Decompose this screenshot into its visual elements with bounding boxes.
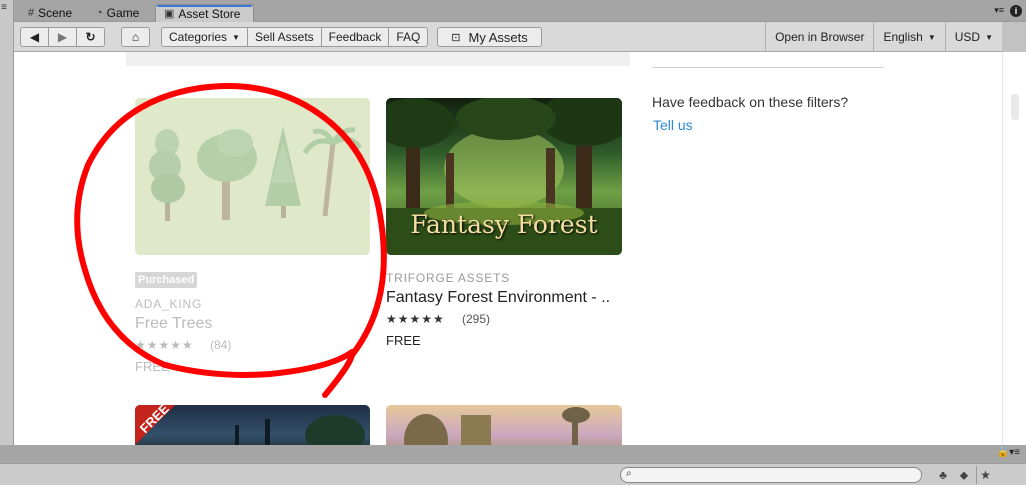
- bottom-panel-header: [0, 445, 1026, 463]
- search-icon: ⌕: [626, 468, 632, 479]
- type-filter-icon[interactable]: ♣: [934, 466, 952, 484]
- red-annotation-circle: [74, 83, 387, 398]
- lock-icon[interactable]: 🔒▾≡: [997, 447, 1020, 458]
- status-bar: ⌕ ♣ ⬥ ★: [0, 463, 1026, 485]
- favorites-star-icon[interactable]: ★: [976, 466, 994, 484]
- label-filter-icon[interactable]: ⬥: [955, 466, 973, 484]
- search-input[interactable]: ⌕: [620, 467, 922, 483]
